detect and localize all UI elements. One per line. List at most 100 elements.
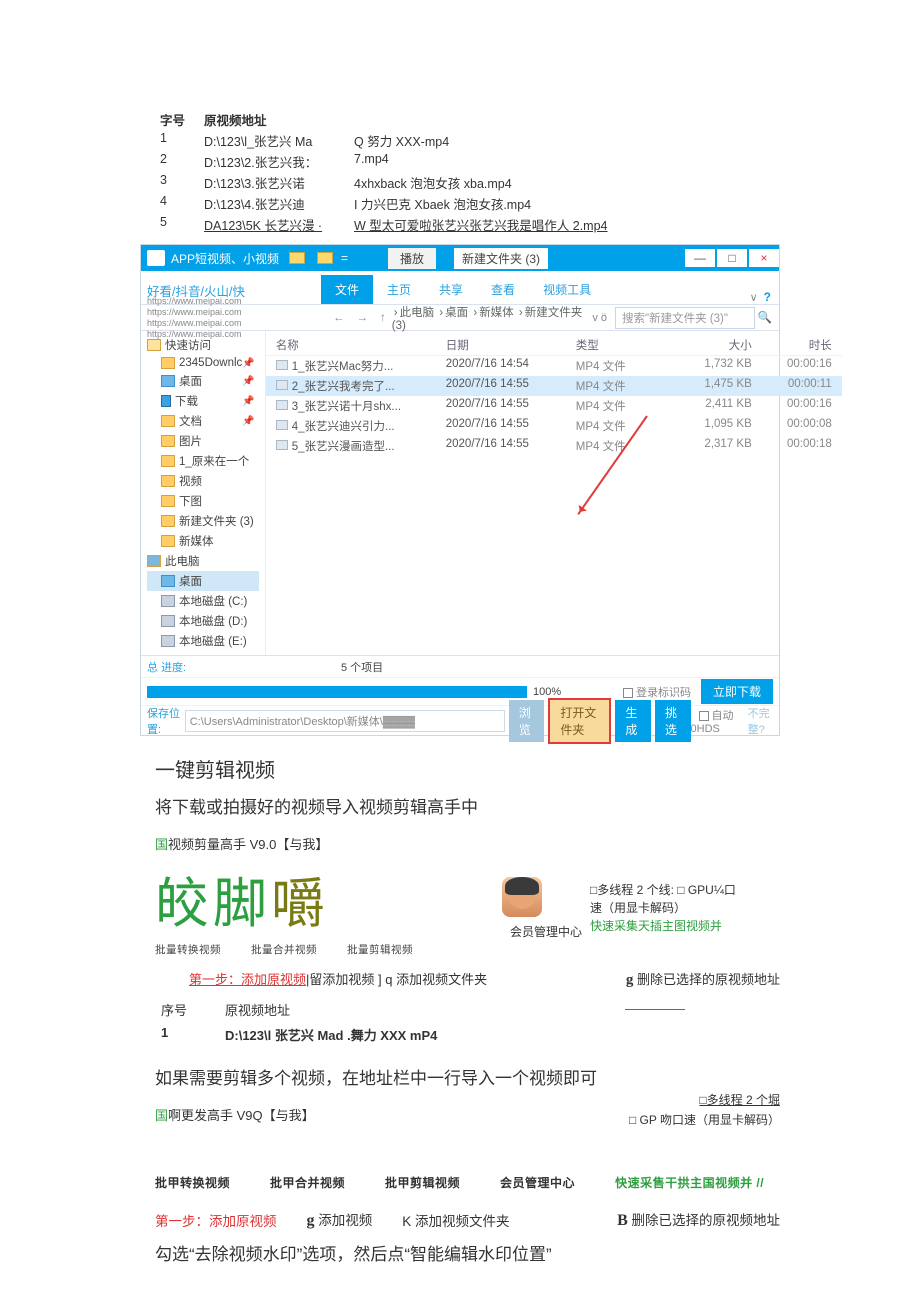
progress-bar xyxy=(147,686,527,698)
file-row[interactable]: 2_张艺兴我考完了...2020/7/16 14:55MP4 文件1,475 K… xyxy=(266,376,842,396)
col-name[interactable]: 名称 xyxy=(274,337,444,353)
generate-button[interactable]: 生成 xyxy=(615,700,651,742)
sidebar-tree: 快速访问2345Downlc📌桌面📌下载📌文档📌图片1_原来在一个视频下图新建文… xyxy=(141,331,266,655)
delete-selected-b[interactable]: B 删除已选择的原视频地址 xyxy=(617,1209,780,1230)
search-input[interactable]: 搜索"新建文件夹 (3)" 🔍 xyxy=(615,307,755,329)
tree-item-label: 下图 xyxy=(179,493,202,509)
tree-item[interactable]: 2345Downlc📌 xyxy=(147,355,259,371)
tree-item[interactable]: 下图 xyxy=(147,491,259,511)
file-list: 名称 日期 类型 大小 时长 1_张艺兴Mac努力...2020/7/16 14… xyxy=(266,331,842,655)
nav-back[interactable]: ← xyxy=(327,312,351,324)
tree-item[interactable]: 新媒体 xyxy=(147,531,259,551)
tree-item[interactable]: 桌面 📌 xyxy=(147,371,259,391)
options-block-1: □多线程 2 个线: □ GPU¼口 速（用显卡解码） 快速采集天插主图视频并 xyxy=(590,881,780,935)
original-address-table: 字号 原视频地址 1D:\123\l_张艺兴 MaQ 努力 XXX-mp4 2D… xyxy=(160,110,920,234)
tab-home[interactable]: 主页 xyxy=(373,275,425,304)
tab-file[interactable]: 文件 xyxy=(321,275,373,304)
nav-row: https://www.meipai.com https://www.meipa… xyxy=(141,305,779,331)
tree-item[interactable]: 下载📌 xyxy=(147,391,259,411)
add-folder-k[interactable]: K 添加视频文件夹 xyxy=(402,1210,509,1230)
tree-item[interactable]: 1_原来在一个 xyxy=(147,451,259,471)
para-multi-import: 如果需要剪辑多个视频，在地址栏中一行导入一个视频即可 xyxy=(155,1064,780,1089)
quick-collect-link-2[interactable]: 快速采售干拱主国视频并 // xyxy=(615,1174,764,1191)
file-row[interactable]: 3_张艺兴诺十月shx...2020/7/16 14:55MP4 文件2,411… xyxy=(266,396,842,416)
nav-forward[interactable]: → xyxy=(351,312,375,324)
app-title: APP短视频、小视频 xyxy=(171,250,279,267)
tabs-row-2: 批甲转换视频 批甲合并视频 批甲剪辑视频 会员管理中心 快速采售干拱主国视频并 … xyxy=(155,1174,780,1191)
tree-item[interactable]: 此电脑 xyxy=(147,551,259,571)
folder-icon[interactable] xyxy=(289,252,305,264)
file-row[interactable]: 1_张艺兴Mac努力...2020/7/16 14:54MP4 文件1,732 … xyxy=(266,356,842,376)
tree-item[interactable]: 图片 xyxy=(147,431,259,451)
tree-item[interactable]: 视频 xyxy=(147,471,259,491)
tab-share[interactable]: 共享 xyxy=(425,275,477,304)
video-editor-strip-2: 国啊更发高手 V9Q【与我】 □多线程 2 个堀 □ GP 吻口速（用显卡解码）… xyxy=(155,1105,780,1230)
tree-item-label: 快速访问 xyxy=(165,337,211,353)
help-icon[interactable]: ? xyxy=(764,290,779,304)
file-icon xyxy=(276,420,288,430)
search-icon[interactable]: 🔍 xyxy=(758,310,772,324)
titlebar[interactable]: APP短视频、小视频 = 播放 新建文件夹 (3) — □ × xyxy=(141,245,779,271)
pin-icon: 📌 xyxy=(242,376,258,387)
checkbox-auto-hds[interactable] xyxy=(699,711,709,721)
tree-item-label: 桌面 xyxy=(179,573,202,589)
member-center-link[interactable]: 会员管理中心 xyxy=(510,923,582,940)
tree-item-label: 本地磁盘 (E:) xyxy=(179,633,247,649)
app2-title: 啊更发高手 V9Q【与我】 xyxy=(168,1108,315,1123)
checkbox-login-id[interactable] xyxy=(623,688,633,698)
app-icon xyxy=(147,250,165,266)
play-tab[interactable]: 播放 xyxy=(388,248,436,269)
app1-prefix: 国 xyxy=(155,837,168,852)
tree-item[interactable]: 本地磁盘 (D:) xyxy=(147,611,259,631)
col-duration[interactable]: 时长 xyxy=(754,337,834,353)
tree-item[interactable]: 文档📌 xyxy=(147,411,259,431)
file-row[interactable]: 5_张艺兴漫画造型...2020/7/16 14:55MP4 文件2,317 K… xyxy=(266,436,842,456)
tab-video-tools[interactable]: 视频工具 xyxy=(529,275,605,304)
heading-one-click-edit: 一键剪辑视频 xyxy=(155,754,780,783)
breadcrumb[interactable]: ›此电脑 ›桌面 ›新媒体 ›新建文件夹 (3) xyxy=(392,304,585,332)
step2-label[interactable]: 第一步：添加原视频 xyxy=(155,1210,277,1230)
tree-item-label: 2345Downlc xyxy=(179,357,242,369)
pick-button[interactable]: 挑选 xyxy=(655,700,691,742)
progress-percent: 100% xyxy=(533,686,561,698)
tree-item-label: 桌面 xyxy=(179,373,202,389)
incomplete-link[interactable]: 不完整? xyxy=(738,705,773,737)
nav-up[interactable]: ↑ xyxy=(374,312,392,324)
window-path: 新建文件夹 (3) xyxy=(454,248,548,269)
tree-item-label: 新建文件夹 (3) xyxy=(179,513,254,529)
tree-item[interactable]: 快速访问 xyxy=(147,335,259,355)
close-button[interactable]: × xyxy=(749,249,779,267)
save-path-label: 保存位置: xyxy=(147,705,185,737)
col-type[interactable]: 类型 xyxy=(574,337,674,353)
tree-item-label: 此电脑 xyxy=(165,553,200,569)
tree-item-label: 1_原来在一个 xyxy=(179,453,249,469)
col-size[interactable]: 大小 xyxy=(674,337,754,353)
avatar-icon[interactable] xyxy=(502,877,542,917)
tree-item[interactable]: 本地磁盘 (E:) xyxy=(147,631,259,651)
item-count: 5 个项目 xyxy=(331,659,393,675)
minimize-button[interactable]: — xyxy=(685,249,715,267)
download-now-button[interactable]: 立即下载 xyxy=(701,679,773,704)
drive-icon xyxy=(161,615,175,627)
col-date[interactable]: 日期 xyxy=(444,337,574,353)
quick-collect-link[interactable]: 快速采集天插主图视频并 xyxy=(590,917,780,935)
para-import: 将下载或拍摄好的视频导入视频剪辑高手中 xyxy=(155,793,780,818)
file-row[interactable]: 4_张艺兴迪兴引力...2020/7/16 14:55MP4 文件1,095 K… xyxy=(266,416,842,436)
save-path-input[interactable]: C:\Users\Administrator\Desktop\新媒体\▓▓▓▓ xyxy=(185,710,505,732)
tree-item-label: 本地磁盘 (D:) xyxy=(179,613,247,629)
tree-item[interactable]: 本地磁盘 (C:) xyxy=(147,591,259,611)
tab-view[interactable]: 查看 xyxy=(477,275,529,304)
fld-icon xyxy=(161,495,175,507)
add-video-g[interactable]: g g 添加视频添加视频 xyxy=(307,1209,373,1230)
tree-item[interactable]: 新建文件夹 (3) xyxy=(147,511,259,531)
tree-item[interactable]: 桌面 xyxy=(147,571,259,591)
para-watermark: 勾选“去除视频水印”选项，然后点“智能编辑水印位置” xyxy=(155,1240,780,1265)
maximize-button[interactable]: □ xyxy=(717,249,747,267)
step1-label[interactable]: 第一步：添加原视频 xyxy=(189,972,306,987)
delete-selected-link[interactable]: g 删除已选择的原视频地址 xyxy=(626,969,780,989)
browse-button[interactable]: 浏览 xyxy=(509,700,545,742)
pin-icon: 📌 xyxy=(242,396,258,407)
folder-icon-2[interactable] xyxy=(317,252,333,264)
app1-title: 视频剪量高手 V9.0【与我】 xyxy=(168,837,328,852)
open-folder-button[interactable]: 打开文件夹 xyxy=(548,698,611,744)
